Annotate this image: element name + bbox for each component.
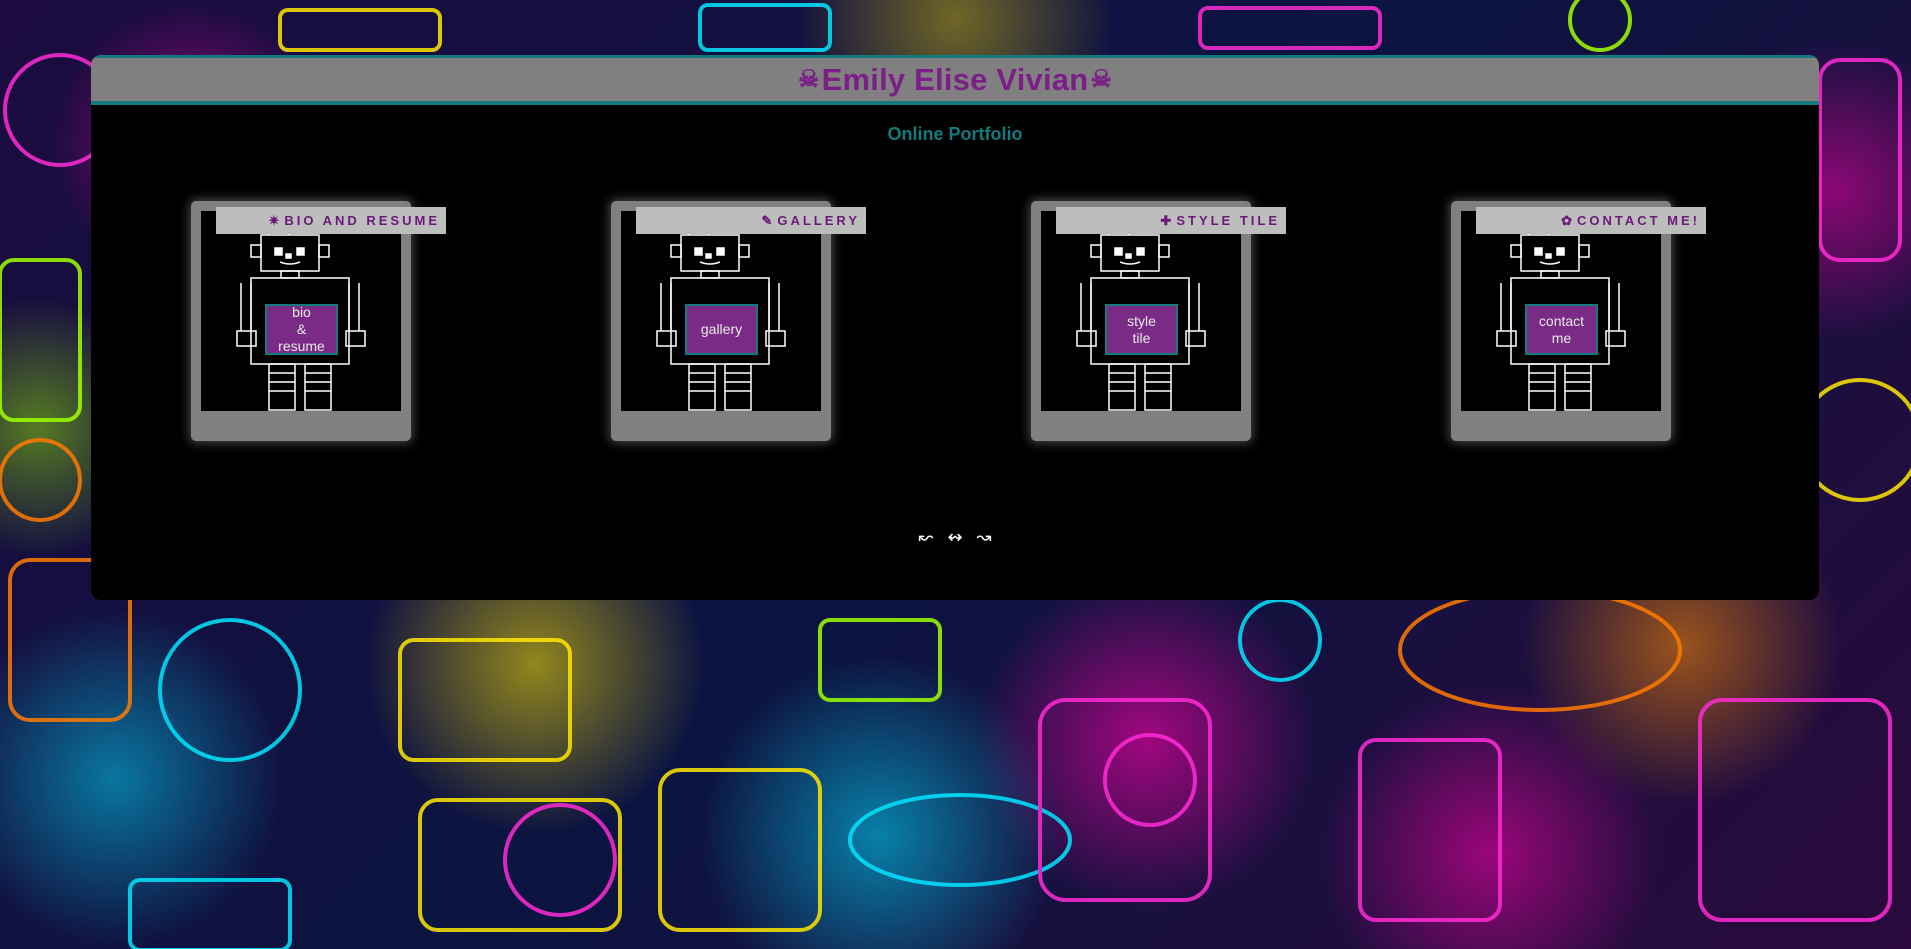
card-style-tile[interactable]: style tile ✚ STYLE TILE [1031,201,1286,441]
tag-label: BIO AND RESUME [284,213,440,228]
home-arrows-icon[interactable]: ↭ [947,527,962,548]
pencil-icon: ✎ [761,212,773,228]
sign-line: resume [278,338,325,354]
flower-icon: ✿ [1561,212,1572,228]
tag-style-tile[interactable]: ✚ STYLE TILE [1056,207,1286,234]
card-gallery[interactable]: gallery ✎ GALLERY [611,201,866,441]
sign-line: me [1551,329,1572,346]
skull-icon: ☠ [1090,66,1113,93]
sign-line: gallery [700,321,743,337]
card-bio-resume[interactable]: bio & resume ✷ BIO AND RESUME [191,201,446,441]
photo-area: gallery [621,211,821,411]
card-contact[interactable]: contact me ✿ CONTACT ME! [1451,201,1706,441]
sign-line: tile [1132,329,1151,346]
sign-line: & [296,321,307,337]
sign-line: bio [292,304,311,320]
site-title: ☠ Emily Elise Vivian ☠ [796,62,1114,98]
robot-sign-bio-resume[interactable]: bio & resume [265,304,338,355]
photo-area: style tile [1041,211,1241,411]
plus-icon: ✚ [1160,212,1172,228]
tag-label: STYLE TILE [1176,213,1280,228]
nav-cards: bio & resume ✷ BIO AND RESUME gallery ✎ … [91,201,1819,441]
polaroid-frame: style tile [1031,201,1251,441]
page-subtitle: Online Portfolio [887,124,1023,144]
site-title-text: Emily Elise Vivian [821,61,1089,97]
tag-gallery[interactable]: ✎ GALLERY [636,207,866,234]
photo-area: contact me [1461,211,1661,411]
skull-icon: ☠ [797,66,820,93]
star-icon: ✷ [268,212,280,228]
sign-line: contact [1538,312,1585,329]
site-header: ☠ Emily Elise Vivian ☠ [91,55,1819,105]
next-arrow-icon[interactable]: ↝ [977,527,992,548]
polaroid-frame: gallery [611,201,831,441]
photo-area: bio & resume [201,211,401,411]
polaroid-frame: contact me [1451,201,1671,441]
polaroid-frame: bio & resume [191,201,411,441]
tag-contact[interactable]: ✿ CONTACT ME! [1476,207,1706,234]
tag-label: CONTACT ME! [1576,213,1700,228]
robot-sign-style-tile[interactable]: style tile [1105,304,1178,355]
tag-bio-resume[interactable]: ✷ BIO AND RESUME [216,207,446,234]
robot-sign-gallery[interactable]: gallery [685,304,758,355]
tag-label: GALLERY [777,213,860,228]
sign-line: style [1127,312,1156,329]
portfolio-panel: ☠ Emily Elise Vivian ☠ Online Portfolio [91,55,1819,600]
robot-sign-contact[interactable]: contact me [1525,304,1598,355]
prev-arrow-icon[interactable]: ↜ [918,527,933,548]
pager: ↜ ↭ ↝ [91,527,1819,548]
